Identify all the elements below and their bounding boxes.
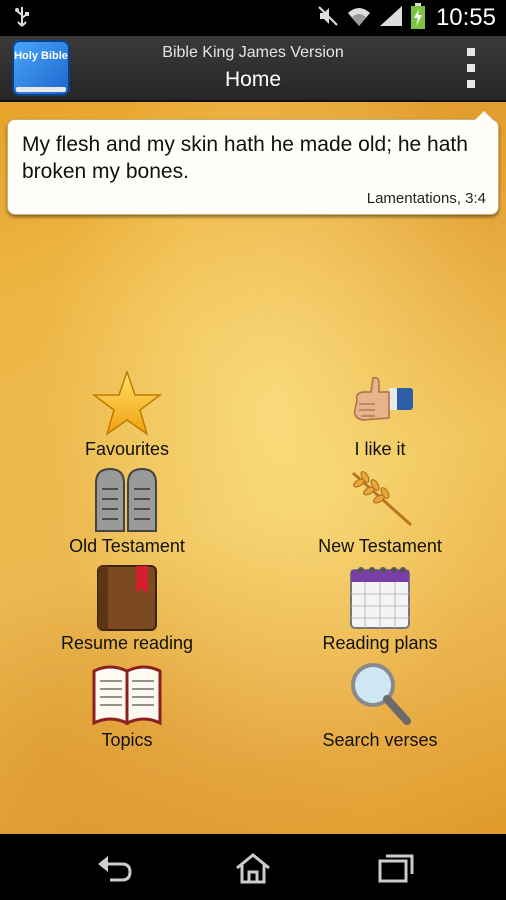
i-like-it-label: I like it — [354, 439, 406, 459]
wifi-icon — [346, 4, 372, 33]
wheat-icon — [345, 467, 415, 535]
battery-charging-icon — [410, 2, 426, 34]
calendar-icon — [345, 564, 415, 632]
favourites-label: Favourites — [84, 439, 170, 459]
resume-reading-label: Resume reading — [60, 633, 194, 653]
verse-text: My flesh and my skin hath he made old; h… — [22, 133, 468, 183]
new-testament-button[interactable]: New Testament — [265, 467, 495, 562]
reading-plans-button[interactable]: Reading plans — [265, 564, 495, 659]
resume-reading-button[interactable]: Resume reading — [12, 564, 242, 659]
reading-plans-label: Reading plans — [322, 633, 438, 653]
verse-of-the-day-card[interactable]: My flesh and my skin hath he made old; h… — [7, 111, 499, 215]
action-bar: Holy Bible Bible King James Version Home — [0, 36, 506, 102]
status-time: 10:55 — [435, 4, 496, 31]
new-testament-label: New Testament — [318, 536, 442, 556]
old-testament-label: Old Testament — [69, 536, 185, 556]
verse-reference: Lamentations, 3:4 — [366, 190, 486, 207]
search-verses-label: Search verses — [322, 730, 438, 750]
stone-tablets-icon — [92, 467, 162, 535]
home-icon[interactable] — [233, 852, 273, 884]
app-name: Bible King James Version — [162, 44, 344, 61]
magnifier-icon — [345, 661, 415, 729]
favourites-button[interactable]: Favourites — [12, 369, 242, 465]
old-testament-button[interactable]: Old Testament — [12, 467, 242, 562]
i-like-it-button[interactable]: I like it — [265, 370, 495, 465]
open-book-icon — [92, 661, 162, 729]
search-verses-button[interactable]: Search verses — [265, 661, 495, 756]
back-icon[interactable] — [94, 852, 134, 884]
usb-icon — [14, 6, 30, 35]
page-title: Home — [224, 68, 282, 91]
overflow-menu-icon[interactable] — [464, 48, 478, 88]
recent-apps-icon[interactable] — [374, 852, 414, 884]
thumbs-up-icon — [345, 370, 415, 438]
topics-button[interactable]: Topics — [12, 661, 242, 756]
topics-label: Topics — [101, 730, 153, 750]
star-icon — [91, 369, 163, 438]
home-content: My flesh and my skin hath he made old; h… — [0, 102, 506, 834]
navigation-bar — [0, 834, 506, 900]
status-icons: 10:55 — [316, 2, 496, 34]
status-bar: 10:55 — [0, 0, 506, 36]
bookmarked-book-icon — [92, 564, 162, 632]
signal-icon — [378, 4, 404, 33]
mute-icon — [316, 4, 340, 33]
